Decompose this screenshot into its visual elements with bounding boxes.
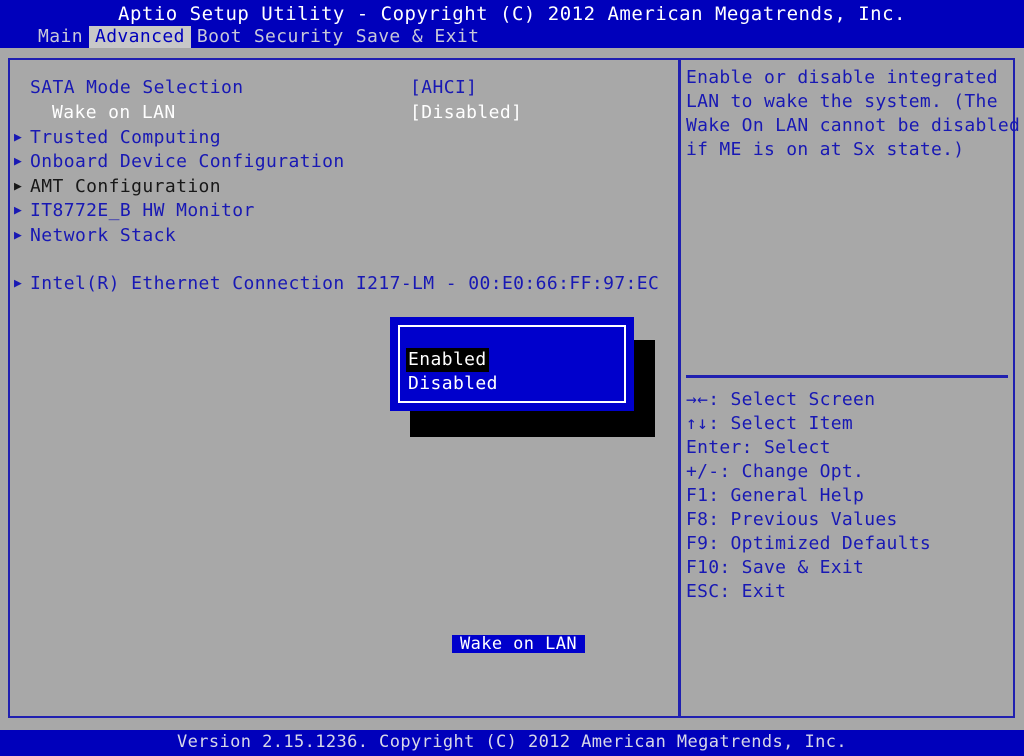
submenu-arrow-icon: ▶ bbox=[14, 179, 22, 194]
help-text-line: Wake On LAN cannot be disabled bbox=[686, 115, 1021, 136]
key-legend-panel: →←: Select Screen ↑↓: Select Item Enter: S… bbox=[686, 388, 1008, 604]
setting-row[interactable]: ▶ Trusted Computing bbox=[12, 126, 676, 150]
footer-bar: Version 2.15.1236. Copyright (C) 2012 Am… bbox=[0, 730, 1024, 756]
menu-tab-boot[interactable]: Boot bbox=[191, 26, 248, 48]
utility-title: Aptio Setup Utility - Copyright (C) 2012… bbox=[118, 3, 906, 25]
key-legend-line: ↑↓: Select Item bbox=[686, 413, 854, 434]
submenu-arrow-icon: ▶ bbox=[14, 228, 22, 243]
setting-label: Wake on LAN bbox=[52, 102, 176, 123]
key-legend-line: F10: Save & Exit bbox=[686, 557, 865, 578]
key-legend-line: ESC: Exit bbox=[686, 581, 787, 602]
setting-value[interactable]: [AHCI] bbox=[410, 76, 477, 100]
key-legend-line: →←: Select Screen bbox=[686, 389, 876, 410]
key-legend-line: F9: Optimized Defaults bbox=[686, 533, 932, 554]
submenu-arrow-icon: ▶ bbox=[14, 130, 22, 145]
help-text-panel: Enable or disable integrated LAN to wake … bbox=[686, 66, 1021, 162]
setting-row[interactable]: ▶ AMT Configuration bbox=[12, 175, 676, 199]
menu-tab-bar: Main Advanced Boot Security Save & Exit bbox=[32, 26, 485, 48]
setting-label: Onboard Device Configuration bbox=[30, 151, 345, 172]
setting-row[interactable]: SATA Mode Selection [AHCI] bbox=[12, 76, 676, 100]
setting-label: AMT Configuration bbox=[30, 176, 222, 197]
menu-tab-save-exit[interactable]: Save & Exit bbox=[350, 26, 486, 48]
help-text-line: if ME is on at Sx state.) bbox=[686, 139, 965, 160]
setting-label: Intel(R) Ethernet Connection I217-LM - 0… bbox=[30, 273, 660, 294]
menu-tab-advanced[interactable]: Advanced bbox=[88, 26, 191, 48]
key-legend-line: F1: General Help bbox=[686, 485, 865, 506]
setting-row[interactable]: ▶ IT8772E_B HW Monitor bbox=[12, 199, 676, 223]
submenu-arrow-icon: ▶ bbox=[14, 276, 22, 291]
submenu-arrow-icon: ▶ bbox=[14, 154, 22, 169]
key-legend-line: +/-: Change Opt. bbox=[686, 461, 865, 482]
menu-tab-security[interactable]: Security bbox=[248, 26, 350, 48]
setting-row[interactable]: ▶ Network Stack bbox=[12, 224, 676, 248]
header-bar: Aptio Setup Utility - Copyright (C) 2012… bbox=[0, 0, 1024, 48]
key-legend-line: Enter: Select bbox=[686, 437, 831, 458]
setting-label: Trusted Computing bbox=[30, 127, 222, 148]
setting-value[interactable]: [Disabled] bbox=[410, 101, 522, 125]
setting-label: IT8772E_B HW Monitor bbox=[30, 200, 255, 221]
help-text-line: LAN to wake the system. (The bbox=[686, 91, 998, 112]
setting-label: Network Stack bbox=[30, 225, 177, 246]
wake-on-lan-dialog[interactable]: Enabled Disabled bbox=[390, 317, 634, 411]
setting-row[interactable]: ▶ Intel(R) Ethernet Connection I217-LM - … bbox=[12, 272, 676, 296]
help-separator bbox=[686, 375, 1008, 378]
version-text: Version 2.15.1236. Copyright (C) 2012 Am… bbox=[177, 732, 847, 752]
dialog-option-enabled[interactable]: Enabled bbox=[406, 348, 489, 372]
setting-row[interactable]: ▶ Onboard Device Configuration bbox=[12, 150, 676, 174]
bios-setup-screen: Aptio Setup Utility - Copyright (C) 2012… bbox=[0, 0, 1024, 756]
submenu-arrow-icon: ▶ bbox=[14, 203, 22, 218]
setting-row[interactable]: Wake on LAN [Disabled] bbox=[12, 101, 676, 125]
help-text-line: Enable or disable integrated bbox=[686, 67, 998, 88]
setting-label: SATA Mode Selection bbox=[30, 77, 244, 98]
menu-tab-main[interactable]: Main bbox=[32, 26, 89, 48]
panel-divider bbox=[678, 58, 681, 718]
key-legend-line: F8: Previous Values bbox=[686, 509, 898, 530]
dialog-option-disabled[interactable]: Disabled bbox=[406, 372, 500, 396]
